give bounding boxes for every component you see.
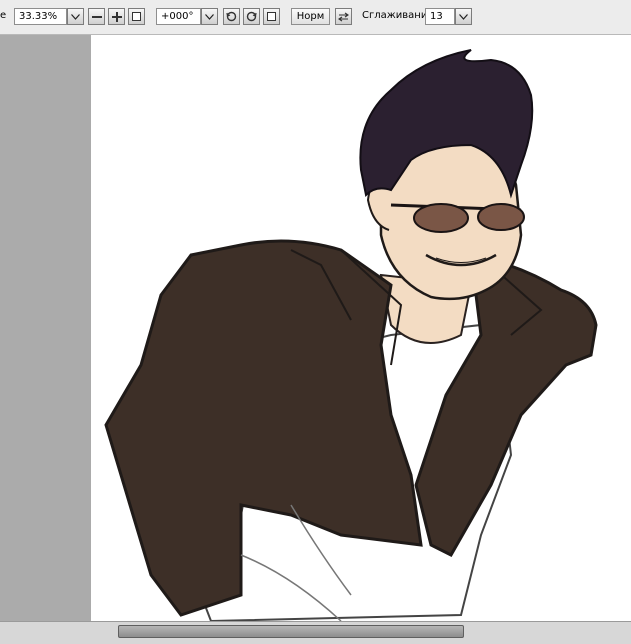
smoothing-field[interactable]: 13 <box>425 8 455 25</box>
zoom-dropdown-button[interactable] <box>67 8 84 25</box>
flip-horizontal-icon <box>338 12 349 21</box>
chevron-down-icon <box>71 13 80 20</box>
fit-window-button[interactable] <box>128 8 145 25</box>
rotate-right-button[interactable] <box>243 8 260 25</box>
rotation-field[interactable]: +000° <box>156 8 201 25</box>
zoom-field[interactable]: 33.33% <box>14 8 67 25</box>
workspace[interactable] <box>0 35 631 621</box>
zoom-in-button[interactable] <box>108 8 125 25</box>
smoothing-dropdown-button[interactable] <box>455 8 472 25</box>
flip-button[interactable] <box>335 8 352 25</box>
blend-mode-button[interactable]: Норм <box>291 8 330 25</box>
smoothing-label: Сглаживание <box>362 10 434 21</box>
reset-rotation-button[interactable] <box>263 8 280 25</box>
chevron-down-icon <box>205 13 214 20</box>
zoom-in-icon <box>111 11 122 22</box>
canvas[interactable] <box>91 35 631 621</box>
zoom-out-icon <box>91 15 102 18</box>
fit-window-icon <box>132 12 141 21</box>
horizontal-scrollbar[interactable] <box>0 621 631 644</box>
artwork-illustration <box>104 49 598 621</box>
toolbar: е 33.33% +000° Норм Сглаживание 13 <box>0 0 631 35</box>
chevron-down-icon <box>459 13 468 20</box>
reset-rotation-icon <box>267 12 276 21</box>
rotate-left-button[interactable] <box>223 8 240 25</box>
rotation-dropdown-button[interactable] <box>201 8 218 25</box>
cutoff-label: е <box>0 10 7 21</box>
rotate-left-icon <box>226 11 237 22</box>
rotate-right-icon <box>246 11 257 22</box>
zoom-out-button[interactable] <box>88 8 105 25</box>
scrollbar-thumb[interactable] <box>118 625 464 638</box>
